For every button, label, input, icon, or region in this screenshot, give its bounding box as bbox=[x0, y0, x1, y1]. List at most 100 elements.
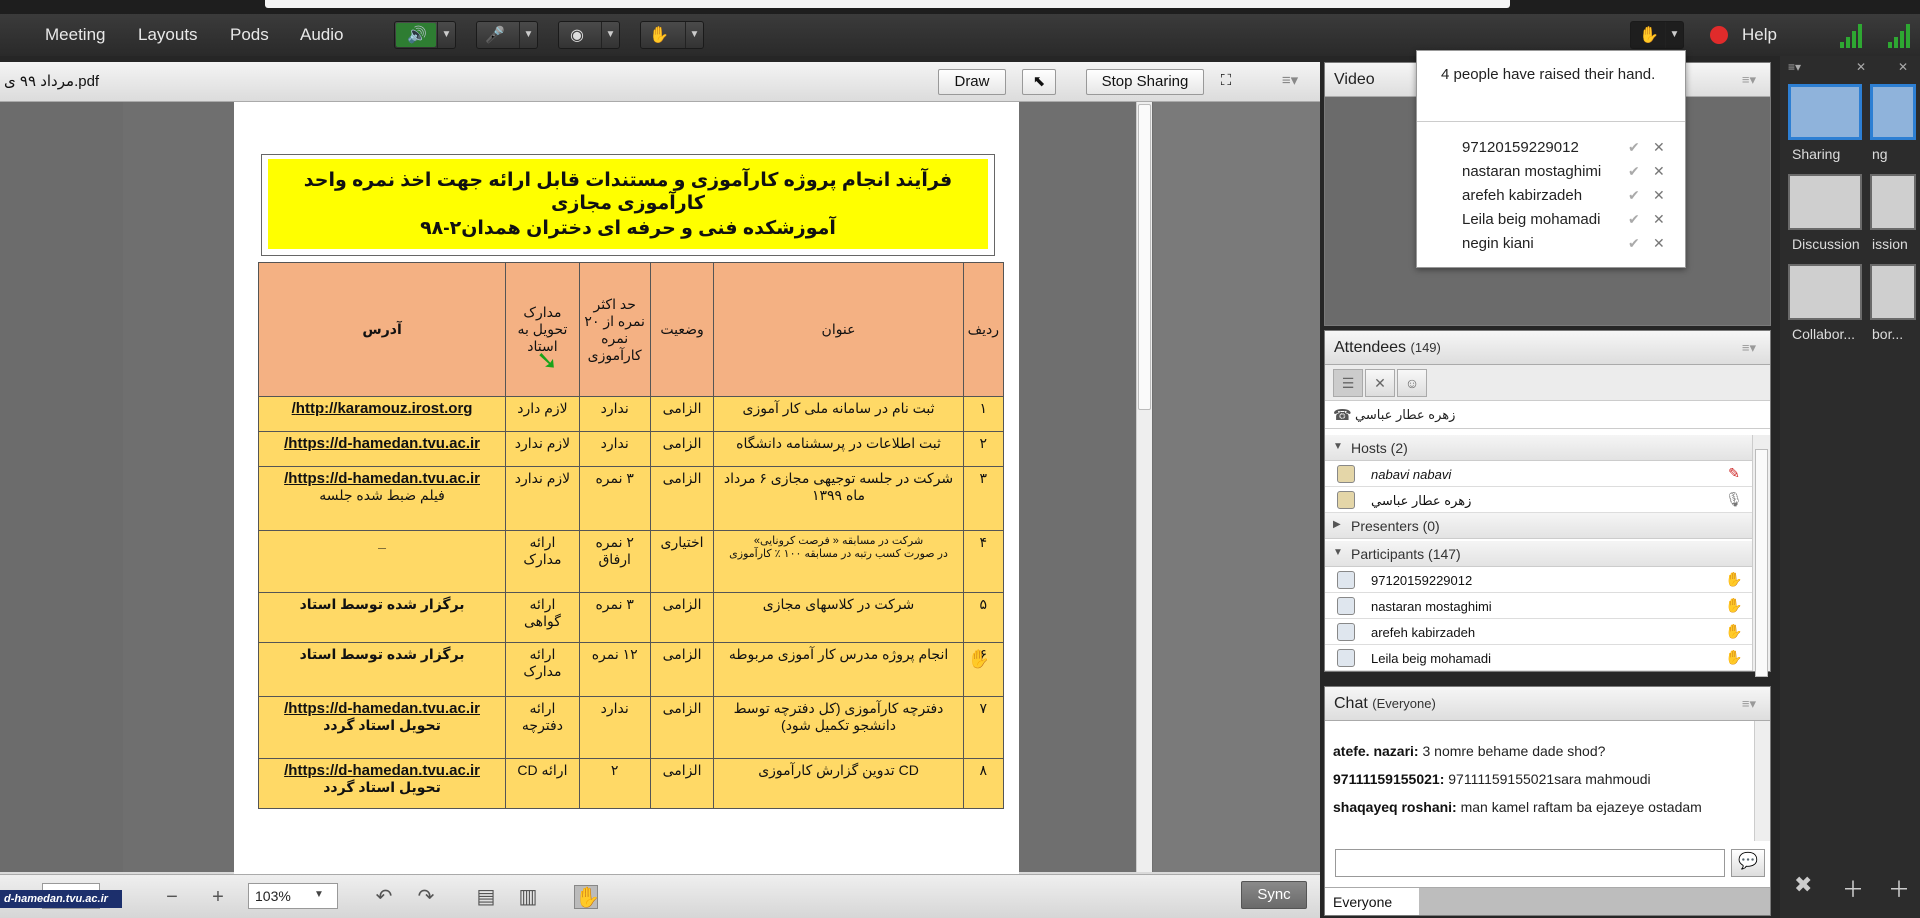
accept-hand-icon[interactable]: ✔ bbox=[1628, 139, 1640, 156]
fullscreen-icon[interactable]: ⛶ bbox=[1212, 69, 1240, 95]
collapsed-triangle-icon: ▶ bbox=[1333, 519, 1341, 530]
layout-discussion-thumb[interactable] bbox=[1788, 174, 1862, 230]
zoom-select[interactable]: 103% bbox=[248, 883, 338, 909]
menu-pods[interactable]: Pods bbox=[230, 25, 269, 45]
scrollbar-thumb[interactable] bbox=[1755, 449, 1768, 677]
address-link[interactable]: https://d-hamedan.tvu.ac.ir/ bbox=[263, 470, 501, 487]
menu-meeting[interactable]: Meeting bbox=[45, 25, 105, 45]
participants-group[interactable]: ▼ Participants (147) bbox=[1325, 541, 1752, 567]
cell-status: اختیاری bbox=[649, 530, 715, 593]
pointer-icon[interactable]: ⬉ bbox=[1022, 69, 1056, 95]
dismiss-hand-icon[interactable]: ✕ bbox=[1653, 187, 1665, 204]
presenters-group[interactable]: ▶ Presenters (0) bbox=[1325, 513, 1752, 539]
layout-discussion-label[interactable]: Discussion bbox=[1792, 236, 1860, 252]
attendees-scrollbar[interactable] bbox=[1752, 435, 1770, 677]
webcam-button[interactable]: ◉ ▼ bbox=[558, 21, 620, 49]
attendee-row[interactable]: Leila beig mohamadi ✋ bbox=[1325, 645, 1752, 671]
address-link[interactable]: http://karamouz.irost.org/ bbox=[263, 400, 501, 417]
chat-text: 3 nomre behame dade shod? bbox=[1422, 743, 1606, 759]
chevron-down-icon[interactable]: ▼ bbox=[314, 889, 324, 900]
address-link[interactable]: https://d-hamedan.tvu.ac.ir/ bbox=[263, 762, 501, 779]
sync-button[interactable]: Sync bbox=[1241, 881, 1307, 909]
microphone-button[interactable]: 🎤 ▼ bbox=[476, 21, 538, 49]
list-view-icon[interactable]: ☰ bbox=[1333, 369, 1363, 397]
two-page-icon[interactable]: ▥ bbox=[516, 885, 540, 909]
layout-collaboration2-label[interactable]: bor... bbox=[1872, 326, 1903, 342]
cell-max: ندارد bbox=[578, 696, 651, 759]
single-page-icon[interactable]: ▤ bbox=[474, 885, 498, 909]
chat-sender: shaqayeq roshani: bbox=[1333, 799, 1457, 815]
tools-icon[interactable]: ✖ bbox=[1794, 872, 1812, 898]
hand-tool-icon[interactable]: ✋ bbox=[574, 885, 600, 909]
address-link[interactable]: https://d-hamedan.tvu.ac.ir/ bbox=[263, 435, 501, 452]
pod-options-icon[interactable]: ≡▾ bbox=[1742, 340, 1756, 356]
scrollbar-thumb[interactable] bbox=[1138, 104, 1151, 410]
pod-options-icon[interactable]: ≡▾ bbox=[1742, 696, 1756, 712]
layouts-pin-icon[interactable]: ✕ bbox=[1856, 60, 1866, 74]
layout-sharing2-thumb[interactable] bbox=[1870, 84, 1916, 140]
send-message-icon[interactable]: 💬 bbox=[1731, 849, 1765, 877]
hosts-group[interactable]: ▼ Hosts (2) bbox=[1325, 435, 1752, 461]
pod-options-icon[interactable]: ≡▾ bbox=[1274, 69, 1306, 95]
accept-hand-icon[interactable]: ✔ bbox=[1628, 163, 1640, 180]
layout-sharing2-label[interactable]: ng bbox=[1872, 146, 1888, 162]
help-menu[interactable]: Help bbox=[1742, 25, 1777, 45]
menu-audio[interactable]: Audio bbox=[300, 25, 343, 45]
status-button[interactable]: ✋ ▼ bbox=[640, 21, 704, 49]
dismiss-hand-icon[interactable]: ✕ bbox=[1653, 163, 1665, 180]
layout-sharing-label[interactable]: Sharing bbox=[1792, 146, 1840, 162]
accept-hand-icon[interactable]: ✔ bbox=[1628, 187, 1640, 204]
chevron-down-icon[interactable]: ▼ bbox=[601, 22, 619, 48]
cell-max: ۲ bbox=[578, 758, 651, 809]
attendee-row[interactable]: nastaran mostaghimi ✋ bbox=[1325, 593, 1752, 619]
layouts-menu-icon[interactable]: ≡▾ bbox=[1788, 60, 1801, 74]
attendee-row[interactable]: arefeh kabirzadeh ✋ bbox=[1325, 619, 1752, 645]
address-link[interactable]: https://d-hamedan.tvu.ac.ir/ bbox=[263, 700, 501, 717]
dismiss-hand-icon[interactable]: ✕ bbox=[1653, 139, 1665, 156]
layout-collaboration-thumb[interactable] bbox=[1788, 264, 1862, 320]
zoom-in-icon[interactable]: + bbox=[206, 885, 230, 909]
attendee-row[interactable]: 97120159229012 ✋ bbox=[1325, 567, 1752, 593]
pod-options-icon[interactable]: ≡▾ bbox=[1742, 72, 1756, 88]
redo-icon[interactable]: ↷ bbox=[414, 885, 438, 909]
status-view-icon[interactable]: ☺ bbox=[1397, 369, 1427, 397]
cell-docs: لازم ندارد bbox=[505, 466, 580, 531]
attendees-pod-header: Attendees (149) ≡▾ bbox=[1325, 331, 1770, 365]
draw-button[interactable]: Draw bbox=[938, 69, 1006, 95]
accept-hand-icon[interactable]: ✔ bbox=[1628, 211, 1640, 228]
add-layout-icon[interactable]: ＋ bbox=[1842, 872, 1864, 904]
layout-discussion2-label[interactable]: ission bbox=[1872, 236, 1908, 252]
raised-hands-button[interactable]: ✋ ▼ bbox=[1630, 21, 1684, 49]
chat-scrollbar[interactable] bbox=[1754, 721, 1770, 841]
chevron-down-icon[interactable]: ▼ bbox=[437, 22, 455, 48]
dismiss-hand-icon[interactable]: ✕ bbox=[1653, 211, 1665, 228]
chevron-down-icon[interactable]: ▼ bbox=[1665, 22, 1683, 48]
cell-docs: ارائه CD bbox=[505, 758, 580, 809]
accept-hand-icon[interactable]: ✔ bbox=[1628, 235, 1640, 252]
dismiss-hand-icon[interactable]: ✕ bbox=[1653, 235, 1665, 252]
stop-sharing-button[interactable]: Stop Sharing bbox=[1086, 69, 1204, 95]
cell-address: برگزار شده توسط استاد bbox=[257, 592, 507, 643]
microphone-icon: 🎤 bbox=[485, 27, 505, 44]
chevron-down-icon[interactable]: ▼ bbox=[519, 22, 537, 48]
attendee-row[interactable]: nabavi nabavi ✎ bbox=[1325, 461, 1752, 487]
chat-input[interactable] bbox=[1335, 849, 1725, 877]
zoom-out-icon[interactable]: − bbox=[160, 885, 184, 909]
breakout-icon[interactable]: ✕ bbox=[1365, 369, 1395, 397]
add-pod-icon[interactable]: ＋ bbox=[1888, 872, 1910, 904]
record-icon[interactable] bbox=[1710, 26, 1728, 44]
speaker-button[interactable]: 🔊 ▼ bbox=[394, 21, 456, 49]
menu-layouts[interactable]: Layouts bbox=[138, 25, 198, 45]
document-scrollbar[interactable] bbox=[1136, 102, 1152, 872]
layouts-close-icon[interactable]: ✕ bbox=[1898, 60, 1908, 74]
chat-tab-everyone[interactable]: Everyone bbox=[1325, 887, 1419, 915]
undo-icon[interactable]: ↶ bbox=[372, 885, 396, 909]
layout-collaboration-label[interactable]: Collabor... bbox=[1792, 326, 1855, 342]
layout-discussion2-thumb[interactable] bbox=[1870, 174, 1916, 230]
attendee-name: arefeh kabirzadeh bbox=[1371, 625, 1476, 640]
attendee-row[interactable]: زهره عطار عباسي 🎙 bbox=[1325, 487, 1752, 513]
chevron-down-icon[interactable]: ▼ bbox=[685, 22, 703, 48]
layout-collaboration2-thumb[interactable] bbox=[1870, 264, 1916, 320]
cell-status: الزامی bbox=[649, 431, 715, 467]
layout-sharing-thumb[interactable] bbox=[1788, 84, 1862, 140]
